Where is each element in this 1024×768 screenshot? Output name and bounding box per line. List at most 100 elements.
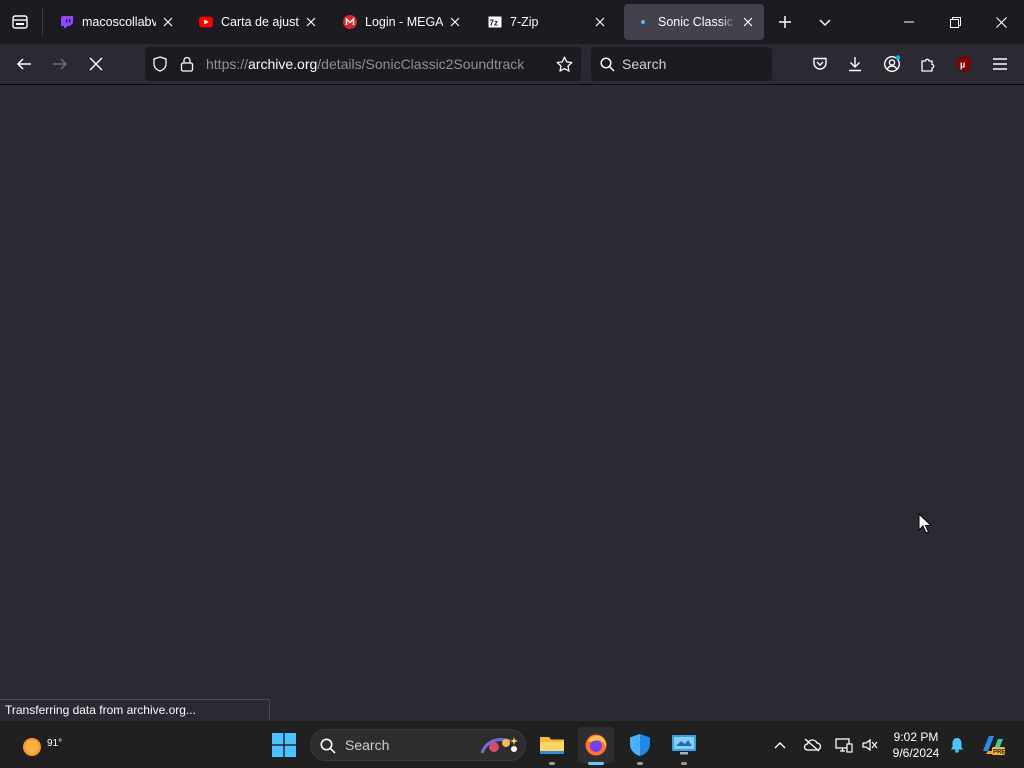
minimize-button[interactable] — [886, 0, 932, 44]
close-icon — [995, 16, 1007, 28]
new-tab-button[interactable] — [771, 8, 799, 36]
close-window-button[interactable] — [978, 0, 1024, 44]
chevron-down-icon — [819, 19, 831, 27]
screen: macoscollabvm Carta de ajuste 1 Login - … — [0, 0, 1024, 768]
search-icon — [319, 737, 337, 755]
chevron-up-icon — [774, 742, 786, 749]
clock[interactable]: 9:02 PM 9/6/2024 — [884, 729, 948, 761]
status-panel: Transferring data from archive.org... — [0, 699, 270, 720]
remote-desktop-icon — [672, 735, 696, 755]
taskbar: 91° Search 9:02 PM 9/6/2024 PRE — [0, 720, 1024, 768]
onedrive-tray-button[interactable] — [800, 733, 824, 757]
search-icon — [599, 56, 615, 72]
remote-desktop-running-indicator — [681, 762, 687, 765]
weather-temperature: 91° — [47, 738, 63, 749]
url-host: archive.org — [248, 56, 318, 72]
search-bar[interactable]: Search — [591, 47, 772, 81]
svg-text:µ: µ — [960, 60, 965, 70]
close-tab-icon[interactable] — [156, 10, 180, 34]
start-button[interactable] — [266, 727, 302, 763]
cloud-offline-icon — [803, 738, 821, 752]
tracking-protection-shield-icon[interactable] — [151, 55, 169, 73]
windows-security-button[interactable] — [622, 727, 658, 763]
clock-date: 9/6/2024 — [892, 746, 940, 760]
tab-strip: macoscollabvm Carta de ajuste 1 Login - … — [0, 0, 1024, 44]
tab-macoscollabvm[interactable]: macoscollabvm — [48, 4, 184, 40]
ublock-origin-button[interactable]: µ — [950, 50, 978, 78]
twitch-icon — [60, 15, 74, 29]
firefox-taskbar-button[interactable] — [578, 727, 614, 763]
extensions-button[interactable] — [914, 50, 942, 78]
stop-icon — [89, 57, 103, 71]
file-explorer-button[interactable] — [534, 727, 570, 763]
windows-security-running-indicator — [637, 762, 643, 765]
firefox-icon — [585, 734, 607, 756]
restore-icon — [949, 16, 961, 28]
file-explorer-running-indicator — [549, 762, 555, 765]
search-highlight-icon — [475, 732, 521, 758]
bookmark-star-icon[interactable] — [555, 55, 573, 73]
volume-tray-button[interactable] — [858, 733, 882, 757]
tab-title: Sonic Classic 2 S — [658, 15, 736, 29]
pocket-button[interactable] — [806, 50, 834, 78]
pocket-icon — [813, 57, 827, 70]
copilot-icon: PRE — [983, 736, 1005, 756]
restore-button[interactable] — [932, 0, 978, 44]
menu-button[interactable] — [986, 50, 1014, 78]
account-icon — [883, 55, 901, 73]
svg-text:7z: 7z — [490, 19, 498, 28]
minimize-icon — [904, 21, 914, 23]
sun-icon — [23, 738, 41, 756]
firefox-active-indicator — [588, 762, 604, 765]
download-icon — [849, 57, 861, 72]
weather-widget[interactable]: 91° — [14, 729, 62, 761]
mega-icon — [343, 15, 357, 29]
url-path: /details/SonicClassic2Soundtrack — [317, 56, 525, 72]
hamburger-menu-icon — [993, 58, 1007, 70]
plus-icon — [779, 16, 791, 28]
security-shield-icon — [630, 734, 650, 756]
taskbar-search-box[interactable]: Search — [310, 729, 526, 761]
show-hidden-icons-button[interactable] — [768, 733, 792, 757]
stop-loading-button[interactable] — [80, 48, 112, 80]
back-button[interactable] — [8, 48, 40, 80]
svg-text:PRE: PRE — [993, 750, 1005, 756]
network-tray-button[interactable] — [832, 733, 856, 757]
firefox-view-button[interactable] — [6, 8, 34, 36]
taskbar-search-placeholder: Search — [345, 737, 390, 753]
close-tab-icon[interactable] — [588, 10, 612, 34]
notifications-button[interactable] — [946, 733, 968, 757]
url-scheme: https:// — [206, 56, 249, 72]
tab-title: 7-Zip — [510, 15, 539, 29]
speaker-muted-icon — [862, 738, 878, 752]
close-tab-icon[interactable] — [299, 10, 323, 34]
close-tab-icon[interactable] — [736, 10, 760, 34]
tab-title: Login - MEGA — [365, 15, 443, 29]
tab-login-mega[interactable]: Login - MEGA — [331, 4, 471, 40]
downloads-button[interactable] — [841, 50, 869, 78]
tab-carta-de-ajuste[interactable]: Carta de ajuste 1 — [187, 4, 327, 40]
loading-icon — [636, 15, 650, 29]
lock-icon[interactable] — [178, 55, 196, 73]
list-all-tabs-button[interactable] — [811, 8, 839, 36]
network-icon — [835, 738, 853, 753]
youtube-icon — [199, 15, 213, 29]
tab-title: Carta de ajuste 1 — [221, 15, 299, 29]
7zip-icon: 7z — [488, 15, 502, 29]
ublock-shield-icon: µ — [957, 56, 971, 72]
tab-sonic-classic-2[interactable]: Sonic Classic 2 S — [624, 4, 764, 40]
copilot-button[interactable]: PRE — [976, 729, 1010, 761]
forward-button[interactable] — [44, 48, 76, 80]
url-bar[interactable]: https://archive.org/details/SonicClassic… — [145, 47, 581, 81]
close-tab-icon[interactable] — [443, 10, 467, 34]
remote-desktop-button[interactable] — [666, 727, 702, 763]
clock-time: 9:02 PM — [893, 730, 939, 744]
page-content[interactable] — [0, 86, 1024, 720]
url-text[interactable]: https://archive.org/details/SonicClassic… — [206, 47, 524, 81]
tab-title: macoscollabvm — [82, 15, 156, 29]
account-button[interactable] — [878, 50, 906, 78]
tab-7zip[interactable]: 7z 7-Zip — [476, 4, 616, 40]
search-placeholder: Search — [622, 56, 667, 72]
bell-icon — [951, 738, 963, 753]
forward-arrow-icon — [53, 58, 68, 70]
